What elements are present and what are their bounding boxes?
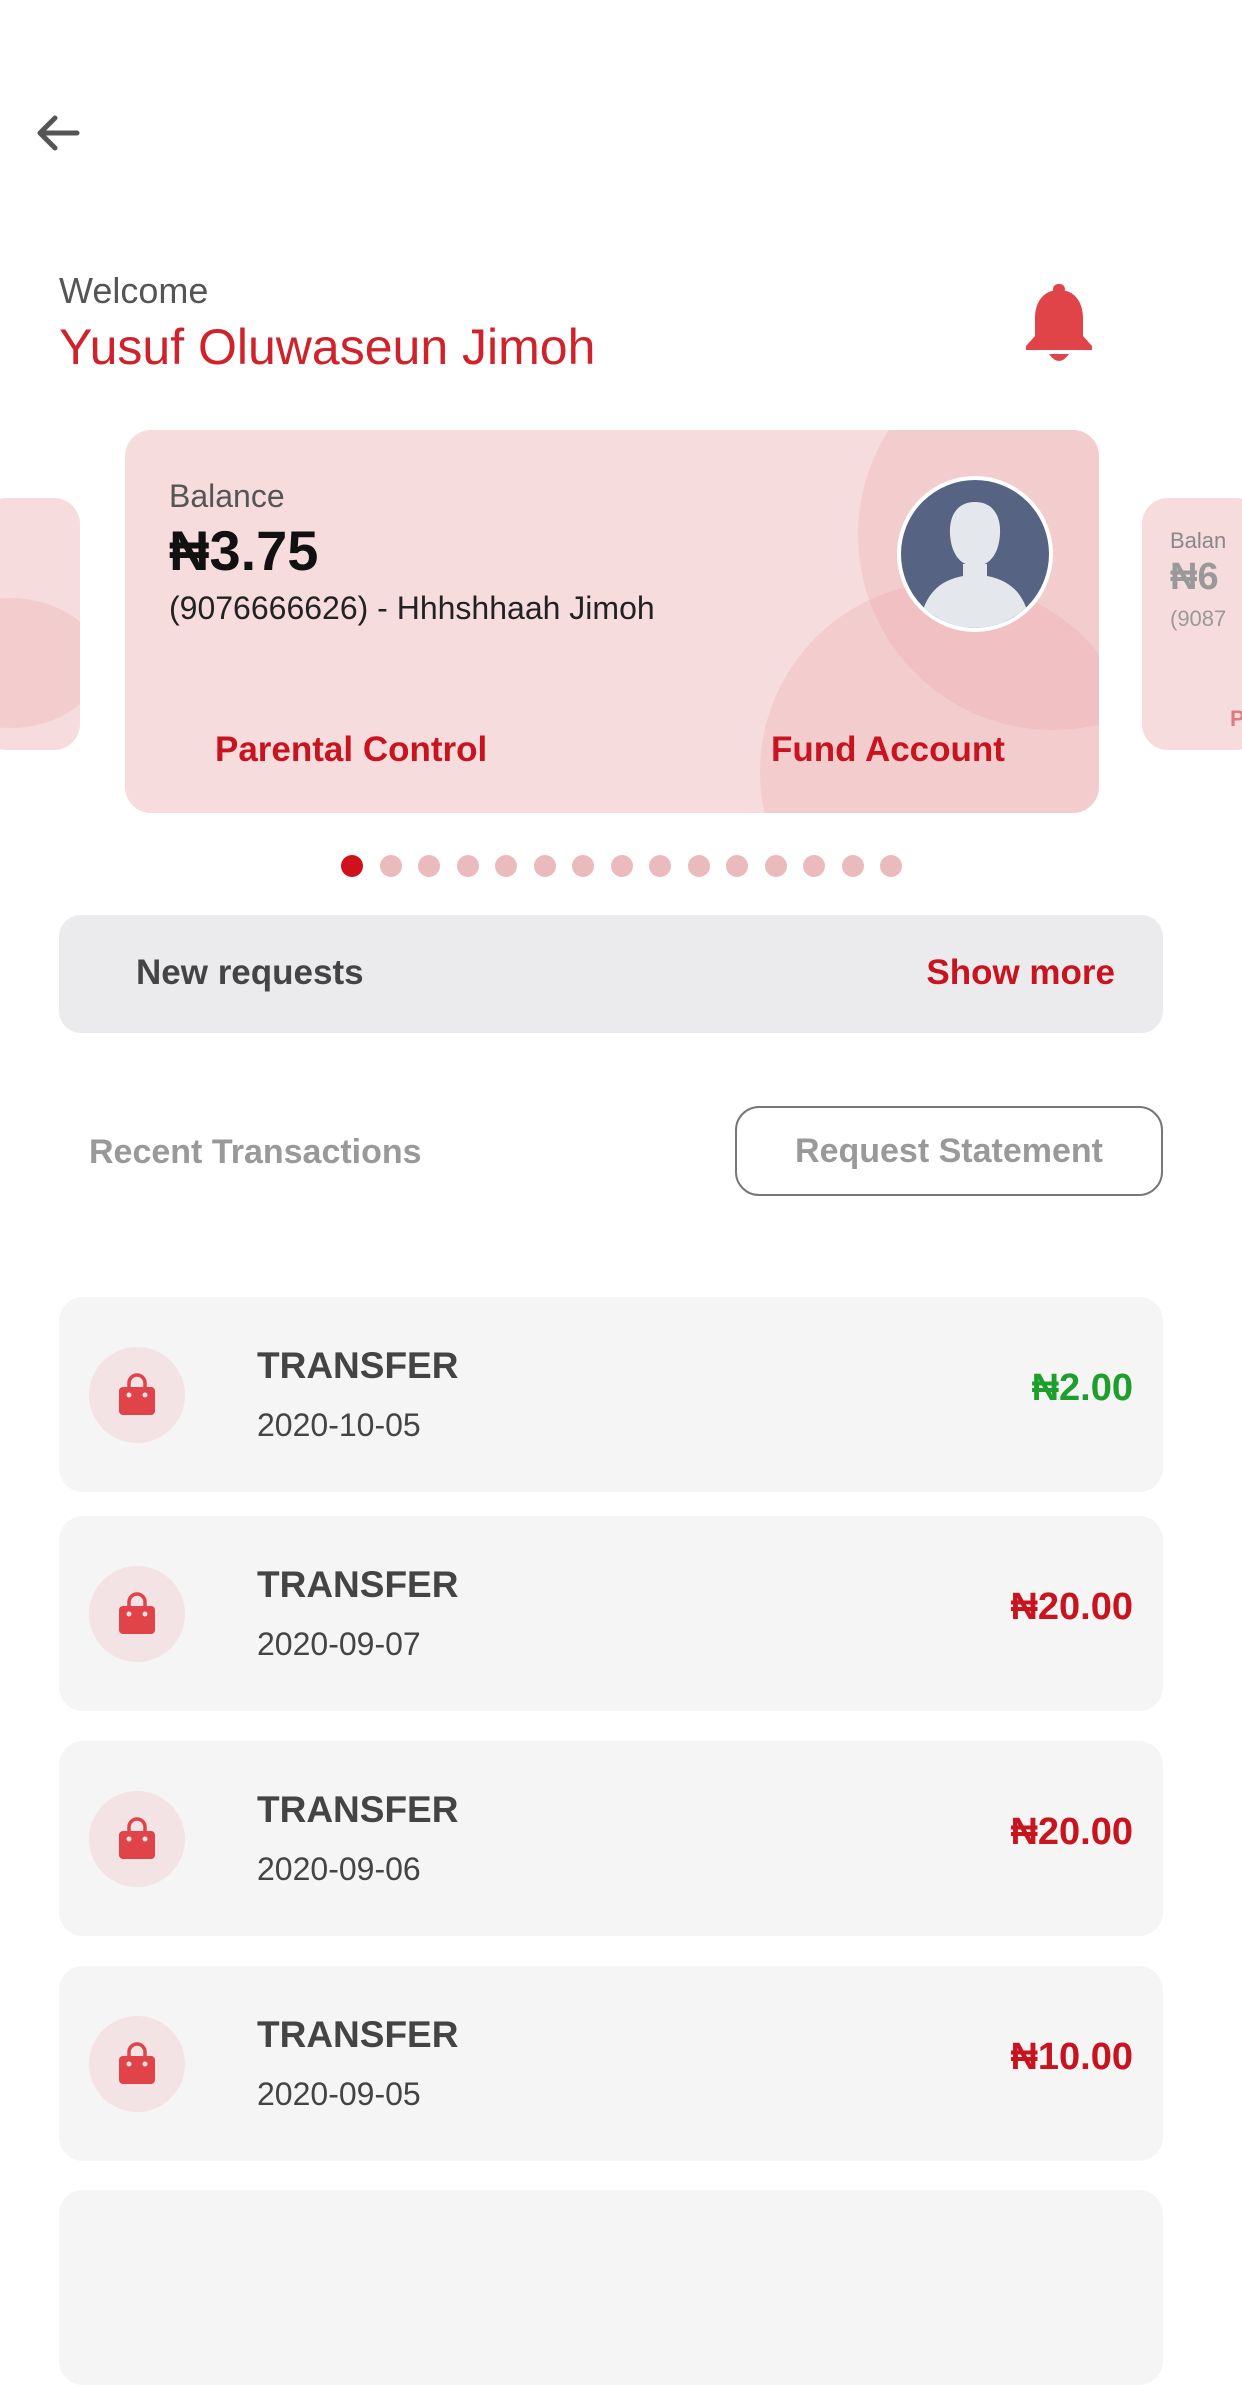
- new-requests-label: New requests: [136, 953, 364, 992]
- peek-action: Pa: [1230, 706, 1242, 731]
- pager-dot[interactable]: [418, 855, 440, 877]
- pager-dot[interactable]: [456, 855, 479, 877]
- transaction-row[interactable]: TRANSFER 2020-10-05 ₦2.00: [59, 1297, 1163, 1492]
- shopping-bag-icon: [119, 1817, 155, 1859]
- balance-card: Balance ₦3.75 (9076666626) - Hhhshhaah J…: [125, 430, 1099, 813]
- user-silhouette-icon: [923, 502, 1027, 628]
- shopping-bag-icon: [119, 1592, 155, 1634]
- pager-dot[interactable]: [841, 855, 864, 877]
- transaction-icon-wrap: [89, 1566, 185, 1662]
- transaction-amount: ₦20.00: [1010, 1811, 1133, 1853]
- avatar: [897, 476, 1053, 632]
- transaction-title: TRANSFER: [257, 2014, 459, 2055]
- recent-transactions-title: Recent Transactions: [89, 1133, 422, 1171]
- transaction-date: 2020-10-05: [257, 1407, 421, 1443]
- transaction-amount: ₦10.00: [1010, 2036, 1133, 2078]
- pager-dot[interactable]: [610, 855, 633, 877]
- pager-dot[interactable]: [379, 855, 402, 877]
- user-name: Yusuf Oluwaseun Jimoh: [59, 319, 596, 375]
- balance-label: Balance: [169, 478, 285, 514]
- transaction-amount: ₦2.00: [1031, 1367, 1133, 1409]
- pager-dot[interactable]: [495, 855, 517, 877]
- transaction-title: TRANSFER: [257, 1789, 459, 1830]
- balance-amount: ₦3.75: [169, 519, 319, 582]
- transaction-row[interactable]: TRANSFER 2020-09-05 ₦10.00: [59, 1966, 1163, 2161]
- new-requests-bar[interactable]: New requests Show more: [59, 915, 1163, 1033]
- transaction-title: TRANSFER: [257, 1345, 459, 1386]
- transaction-row[interactable]: TRANSFER 2020-09-06 ₦20.00: [59, 1741, 1163, 1936]
- pager-dot[interactable]: [533, 855, 556, 877]
- transaction-icon-wrap: [89, 2016, 185, 2112]
- transaction-amount: ₦20.00: [1010, 1586, 1133, 1628]
- shopping-bag-icon: [119, 1373, 155, 1415]
- transaction-title: TRANSFER: [257, 1564, 459, 1605]
- transaction-icon-wrap: [89, 1347, 185, 1443]
- peek-account-info: (9087: [1170, 606, 1227, 631]
- peek-balance-label: Balan: [1170, 528, 1227, 553]
- fund-account-button[interactable]: Fund Account: [771, 730, 1005, 770]
- transaction-date: 2020-09-07: [257, 1626, 421, 1662]
- shopping-bag-icon: [119, 2042, 155, 2084]
- bell-icon: [1026, 284, 1092, 361]
- pager-dot[interactable]: [572, 855, 594, 877]
- transaction-date: 2020-09-06: [257, 1851, 421, 1887]
- transaction-row[interactable]: [59, 2190, 1163, 2385]
- transaction-row[interactable]: TRANSFER 2020-09-07 ₦20.00: [59, 1516, 1163, 1711]
- pager-dot[interactable]: [764, 855, 787, 877]
- pager-dot[interactable]: [687, 855, 710, 877]
- pager-dot[interactable]: [341, 855, 363, 877]
- account-info: (9076666626) - Hhhshhaah Jimoh: [169, 590, 655, 626]
- request-statement-button[interactable]: Request Statement: [735, 1106, 1163, 1196]
- carousel-card-next[interactable]: Balan ₦6 (9087 Pa: [1142, 498, 1242, 750]
- pager-dot[interactable]: [649, 855, 671, 877]
- pager-dot[interactable]: [726, 855, 748, 877]
- carousel-pager[interactable]: [341, 853, 902, 879]
- transaction-icon-wrap: [89, 1791, 185, 1887]
- carousel-card-previous[interactable]: [0, 498, 80, 750]
- parental-control-button[interactable]: Parental Control: [215, 730, 487, 770]
- pager-dot[interactable]: [880, 855, 902, 877]
- show-more-link[interactable]: Show more: [926, 953, 1115, 993]
- arrow-left-icon: [37, 115, 80, 151]
- welcome-label: Welcome: [59, 270, 209, 311]
- back-button[interactable]: [30, 105, 86, 161]
- notifications-button[interactable]: [1022, 284, 1096, 366]
- transaction-date: 2020-09-05: [257, 2076, 421, 2112]
- pager-dot[interactable]: [803, 855, 825, 877]
- peek-balance-amount: ₦6: [1170, 556, 1219, 598]
